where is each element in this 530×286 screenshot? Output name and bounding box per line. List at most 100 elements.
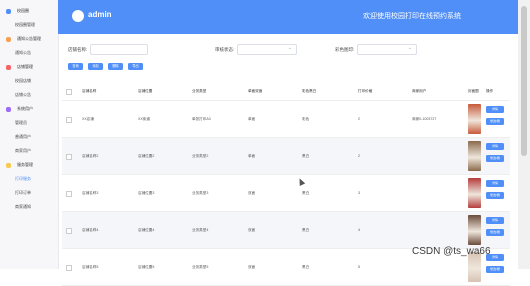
table-cell-color: 黑白 xyxy=(302,265,310,269)
col-header: 业务类型 xyxy=(192,89,207,93)
sidebar-group-notice[interactable]: 通知公告管理 xyxy=(0,32,58,46)
sidebar-item-label: 商家通知 xyxy=(15,204,31,209)
users-icon xyxy=(6,106,11,112)
sidebar-group-label: 通知公告管理 xyxy=(17,36,41,41)
shop-icon xyxy=(6,64,11,70)
sidebar-group-campus[interactable]: 校园圈 xyxy=(0,4,58,18)
row-checkbox[interactable] xyxy=(66,154,72,160)
row-checkbox[interactable] xyxy=(66,228,72,234)
sidebar-group-label: 服务管理 xyxy=(17,162,33,167)
table-row: XX店铺 XX街道 单张打印A3 单面 彩色 2 商家0-1003727 详情 修改/删 xyxy=(62,101,510,138)
sidebar-item-notice[interactable]: 通知公告 xyxy=(0,46,58,60)
detail-button[interactable]: 详情 xyxy=(486,217,504,224)
notice-icon xyxy=(6,36,11,42)
sidebar-item-campus-manage[interactable]: 校园圈管理 xyxy=(0,18,58,32)
detail-button[interactable]: 详情 xyxy=(486,143,504,150)
scrollbar-thumb[interactable] xyxy=(521,6,527,156)
table-cell-price: 3 xyxy=(358,191,360,195)
sidebar-group-users[interactable]: 系统用户 xyxy=(0,102,58,116)
search-color-print: 彩色图印: ⌄ xyxy=(335,44,418,55)
add-button[interactable]: 添加 xyxy=(88,63,103,70)
table-cell-type: 业务类型5 xyxy=(192,265,209,269)
sidebar-item-merchant-notice[interactable]: 商家通知 xyxy=(0,200,58,214)
sidebar-item-label: 打印服务 xyxy=(15,176,31,181)
table-cell-name: 店铺名称5 xyxy=(82,265,99,269)
sidebar-item-label: 商家用户 xyxy=(15,148,31,153)
sidebar-item-print-service[interactable]: 打印服务 xyxy=(0,172,58,186)
table-cell-type: 业务类型2 xyxy=(192,154,209,158)
delete-button[interactable]: 删除 xyxy=(108,63,123,70)
audit-status-label: 审核状态: xyxy=(215,46,235,52)
edit-button[interactable]: 修改/删 xyxy=(486,266,504,273)
page-scrollbar[interactable] xyxy=(518,0,530,269)
page-title: 欢迎使用校园打印在线预约系统 xyxy=(363,13,461,20)
table-cell-color: 彩色 xyxy=(302,117,310,121)
logo-icon xyxy=(72,10,84,22)
chevron-down-icon: ⌄ xyxy=(408,45,413,51)
cover-image xyxy=(468,215,481,245)
table-cell-type: 业务类型3 xyxy=(192,191,209,195)
col-header: 打印价格 xyxy=(358,89,373,93)
detail-button[interactable]: 详情 xyxy=(486,106,504,113)
edit-button[interactable]: 修改/删 xyxy=(486,118,504,125)
campus-icon xyxy=(6,8,11,14)
sidebar-group-service[interactable]: 服务管理 xyxy=(0,158,58,172)
table-cell-price: 5 xyxy=(358,265,360,269)
sidebar-item-print-order[interactable]: 打印订单 xyxy=(0,186,58,200)
sidebar-item-label: 普通用户 xyxy=(15,134,31,139)
row-checkbox[interactable] xyxy=(66,265,72,271)
sidebar-item-shop-notice[interactable]: 店铺公告 xyxy=(0,88,58,102)
sidebar-item-label: 通知公告 xyxy=(15,50,31,55)
edit-button[interactable]: 修改/删 xyxy=(486,192,504,199)
table-cell-loc: 店铺位置2 xyxy=(138,154,155,158)
sidebar-item-campus-shop[interactable]: 校园店铺 xyxy=(0,74,58,88)
export-button[interactable]: 导出 xyxy=(128,63,143,70)
table-cell-side: 双面 xyxy=(248,191,256,195)
toolbar: 查询 添加 删除 导出 xyxy=(68,63,143,70)
table-cell-side: 双面 xyxy=(248,265,256,269)
shop-name-input[interactable] xyxy=(90,44,149,55)
row-checkbox[interactable] xyxy=(66,117,72,123)
table-cell-user: 商家0-1003727 xyxy=(412,117,437,121)
sidebar-item-admin[interactable]: 管理员 xyxy=(0,116,58,130)
sidebar: 校园圈 校园圈管理 通知公告管理 通知公告 店铺管理 校园店铺 店铺公告 系统用… xyxy=(0,0,59,269)
sidebar-item-label: 店铺公告 xyxy=(15,92,31,97)
table-cell-side: 单面 xyxy=(248,117,256,121)
query-button[interactable]: 查询 xyxy=(68,63,83,70)
table-cell-color: 黑白 xyxy=(302,228,310,232)
sidebar-item-label: 校园店铺 xyxy=(15,78,31,83)
shop-name-label: 店铺名称: xyxy=(68,46,88,52)
col-header: 单面双面 xyxy=(248,89,263,93)
sidebar-item-merchant-user[interactable]: 商家用户 xyxy=(0,144,58,158)
table-cell-loc: XX街道 xyxy=(138,117,150,121)
service-icon xyxy=(6,162,11,168)
edit-button[interactable]: 修改/删 xyxy=(486,229,504,236)
watermark: CSDN @ts_wa66 xyxy=(412,246,491,257)
sidebar-item-normal-user[interactable]: 普通用户 xyxy=(0,130,58,144)
sidebar-group-shop[interactable]: 店铺管理 xyxy=(0,60,58,74)
detail-button[interactable]: 详情 xyxy=(486,180,504,187)
edit-button[interactable]: 修改/删 xyxy=(486,155,504,162)
table-header: 店铺名称 店铺位置 业务类型 单面双面 彩色黑白 打印价格 商家用户 封面图 操… xyxy=(62,82,510,101)
table-cell-name: 店铺名称4 xyxy=(82,228,99,232)
sidebar-item-label: 打印订单 xyxy=(15,190,31,195)
color-print-label: 彩色图印: xyxy=(335,46,355,52)
table-cell-price: 2 xyxy=(358,154,360,158)
top-header: admin 欢迎使用校园打印在线预约系统 xyxy=(58,0,518,34)
table-cell-type: 业务类型4 xyxy=(192,228,209,232)
table-cell-side: 双面 xyxy=(248,228,256,232)
select-all-checkbox[interactable] xyxy=(66,89,72,95)
sidebar-item-label: 校园圈管理 xyxy=(15,22,35,27)
col-header: 封面图 xyxy=(468,89,479,93)
search-audit-status: 审核状态: ⌄ xyxy=(215,44,298,55)
color-print-select[interactable]: ⌄ xyxy=(357,44,418,55)
row-checkbox[interactable] xyxy=(66,191,72,197)
col-header: 店铺位置 xyxy=(138,89,153,93)
table-cell-name: 店铺名称3 xyxy=(82,191,99,195)
table-cell-name: XX店铺 xyxy=(82,117,94,121)
sidebar-group-label: 店铺管理 xyxy=(17,64,33,69)
table-cell-side: 单面 xyxy=(248,154,256,158)
audit-status-select[interactable]: ⌄ xyxy=(237,44,298,55)
cover-image xyxy=(468,178,481,208)
sidebar-group-label: 校园圈 xyxy=(17,8,29,13)
